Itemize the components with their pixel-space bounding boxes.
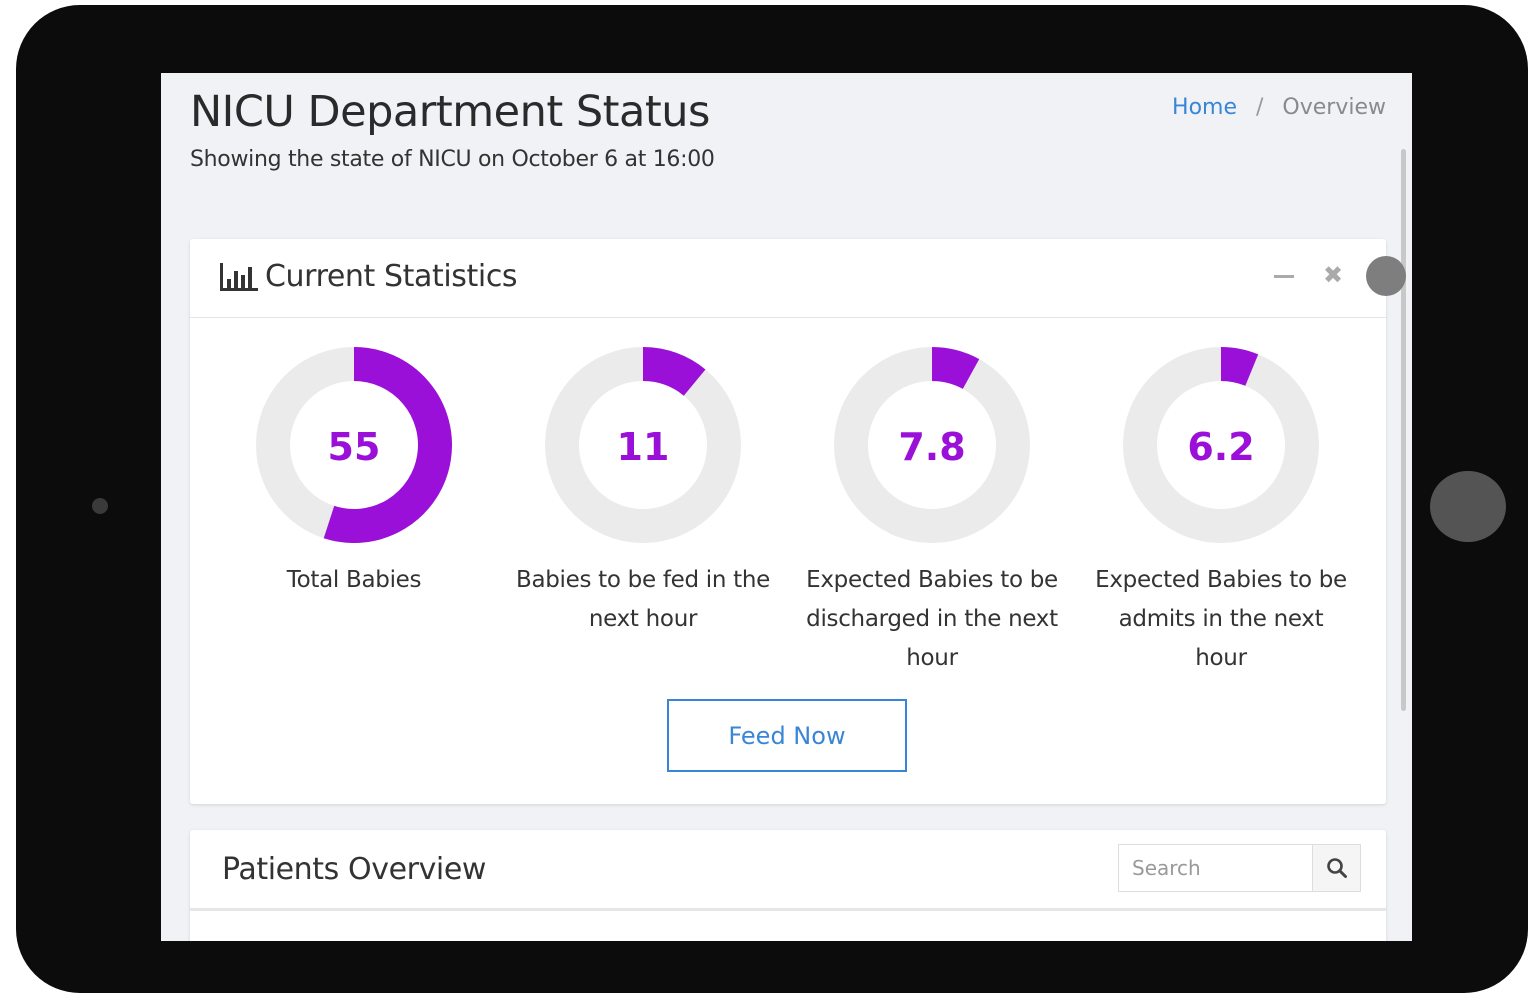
stat-label: Babies to be fed in the next hour: [515, 567, 771, 632]
current-statistics-card: Current Statistics ✖ 55 Total Babies 11: [190, 239, 1406, 804]
stat-expected-admits: 6.2 Expected Babies to be admits in the …: [1091, 347, 1351, 678]
breadcrumb-home-link[interactable]: Home: [1172, 95, 1237, 120]
tablet-frame: NICU Department Status Showing the state…: [16, 5, 1528, 993]
minus-icon[interactable]: [1274, 275, 1294, 278]
divider: [190, 908, 1386, 911]
card-title: Patients Overview: [222, 852, 487, 887]
search-group: [1118, 844, 1361, 892]
patients-overview-card: Patients Overview: [190, 830, 1386, 941]
breadcrumb: Home / Overview: [1172, 95, 1386, 120]
stat-value: 7.8: [898, 425, 966, 469]
page-scrollbar[interactable]: [1401, 149, 1406, 711]
stat-babies-to-feed: 11 Babies to be fed in the next hour: [513, 347, 773, 639]
page-title: NICU Department Status: [190, 87, 710, 137]
page-subtitle: Showing the state of NICU on October 6 a…: [190, 147, 715, 172]
breadcrumb-current: Overview: [1282, 95, 1386, 120]
stat-label: Expected Babies to be admits in the next…: [1095, 567, 1347, 671]
tablet-camera: [92, 498, 108, 514]
stat-label: Total Babies: [286, 567, 422, 593]
tablet-home-button[interactable]: [1430, 471, 1506, 542]
stat-value: 55: [327, 425, 381, 469]
card-header: Current Statistics ✖: [190, 239, 1406, 318]
search-input[interactable]: [1119, 845, 1312, 891]
app-screen: NICU Department Status Showing the state…: [161, 73, 1412, 941]
close-icon[interactable]: ✖: [1323, 259, 1343, 293]
feed-now-button[interactable]: Feed Now: [667, 699, 907, 772]
breadcrumb-separator: /: [1256, 95, 1264, 120]
stat-value: 11: [616, 425, 670, 469]
stat-label: Expected Babies to be discharged in the …: [806, 567, 1058, 671]
collapse-handle[interactable]: [1366, 256, 1406, 296]
stat-total-babies: 55 Total Babies: [224, 347, 484, 600]
search-button[interactable]: [1312, 845, 1360, 891]
stat-value: 6.2: [1187, 425, 1255, 469]
card-title: Current Statistics: [265, 259, 518, 294]
search-icon: [1326, 858, 1347, 878]
bar-chart-icon: [220, 263, 258, 291]
stat-expected-discharges: 7.8 Expected Babies to be discharged in …: [802, 347, 1062, 678]
